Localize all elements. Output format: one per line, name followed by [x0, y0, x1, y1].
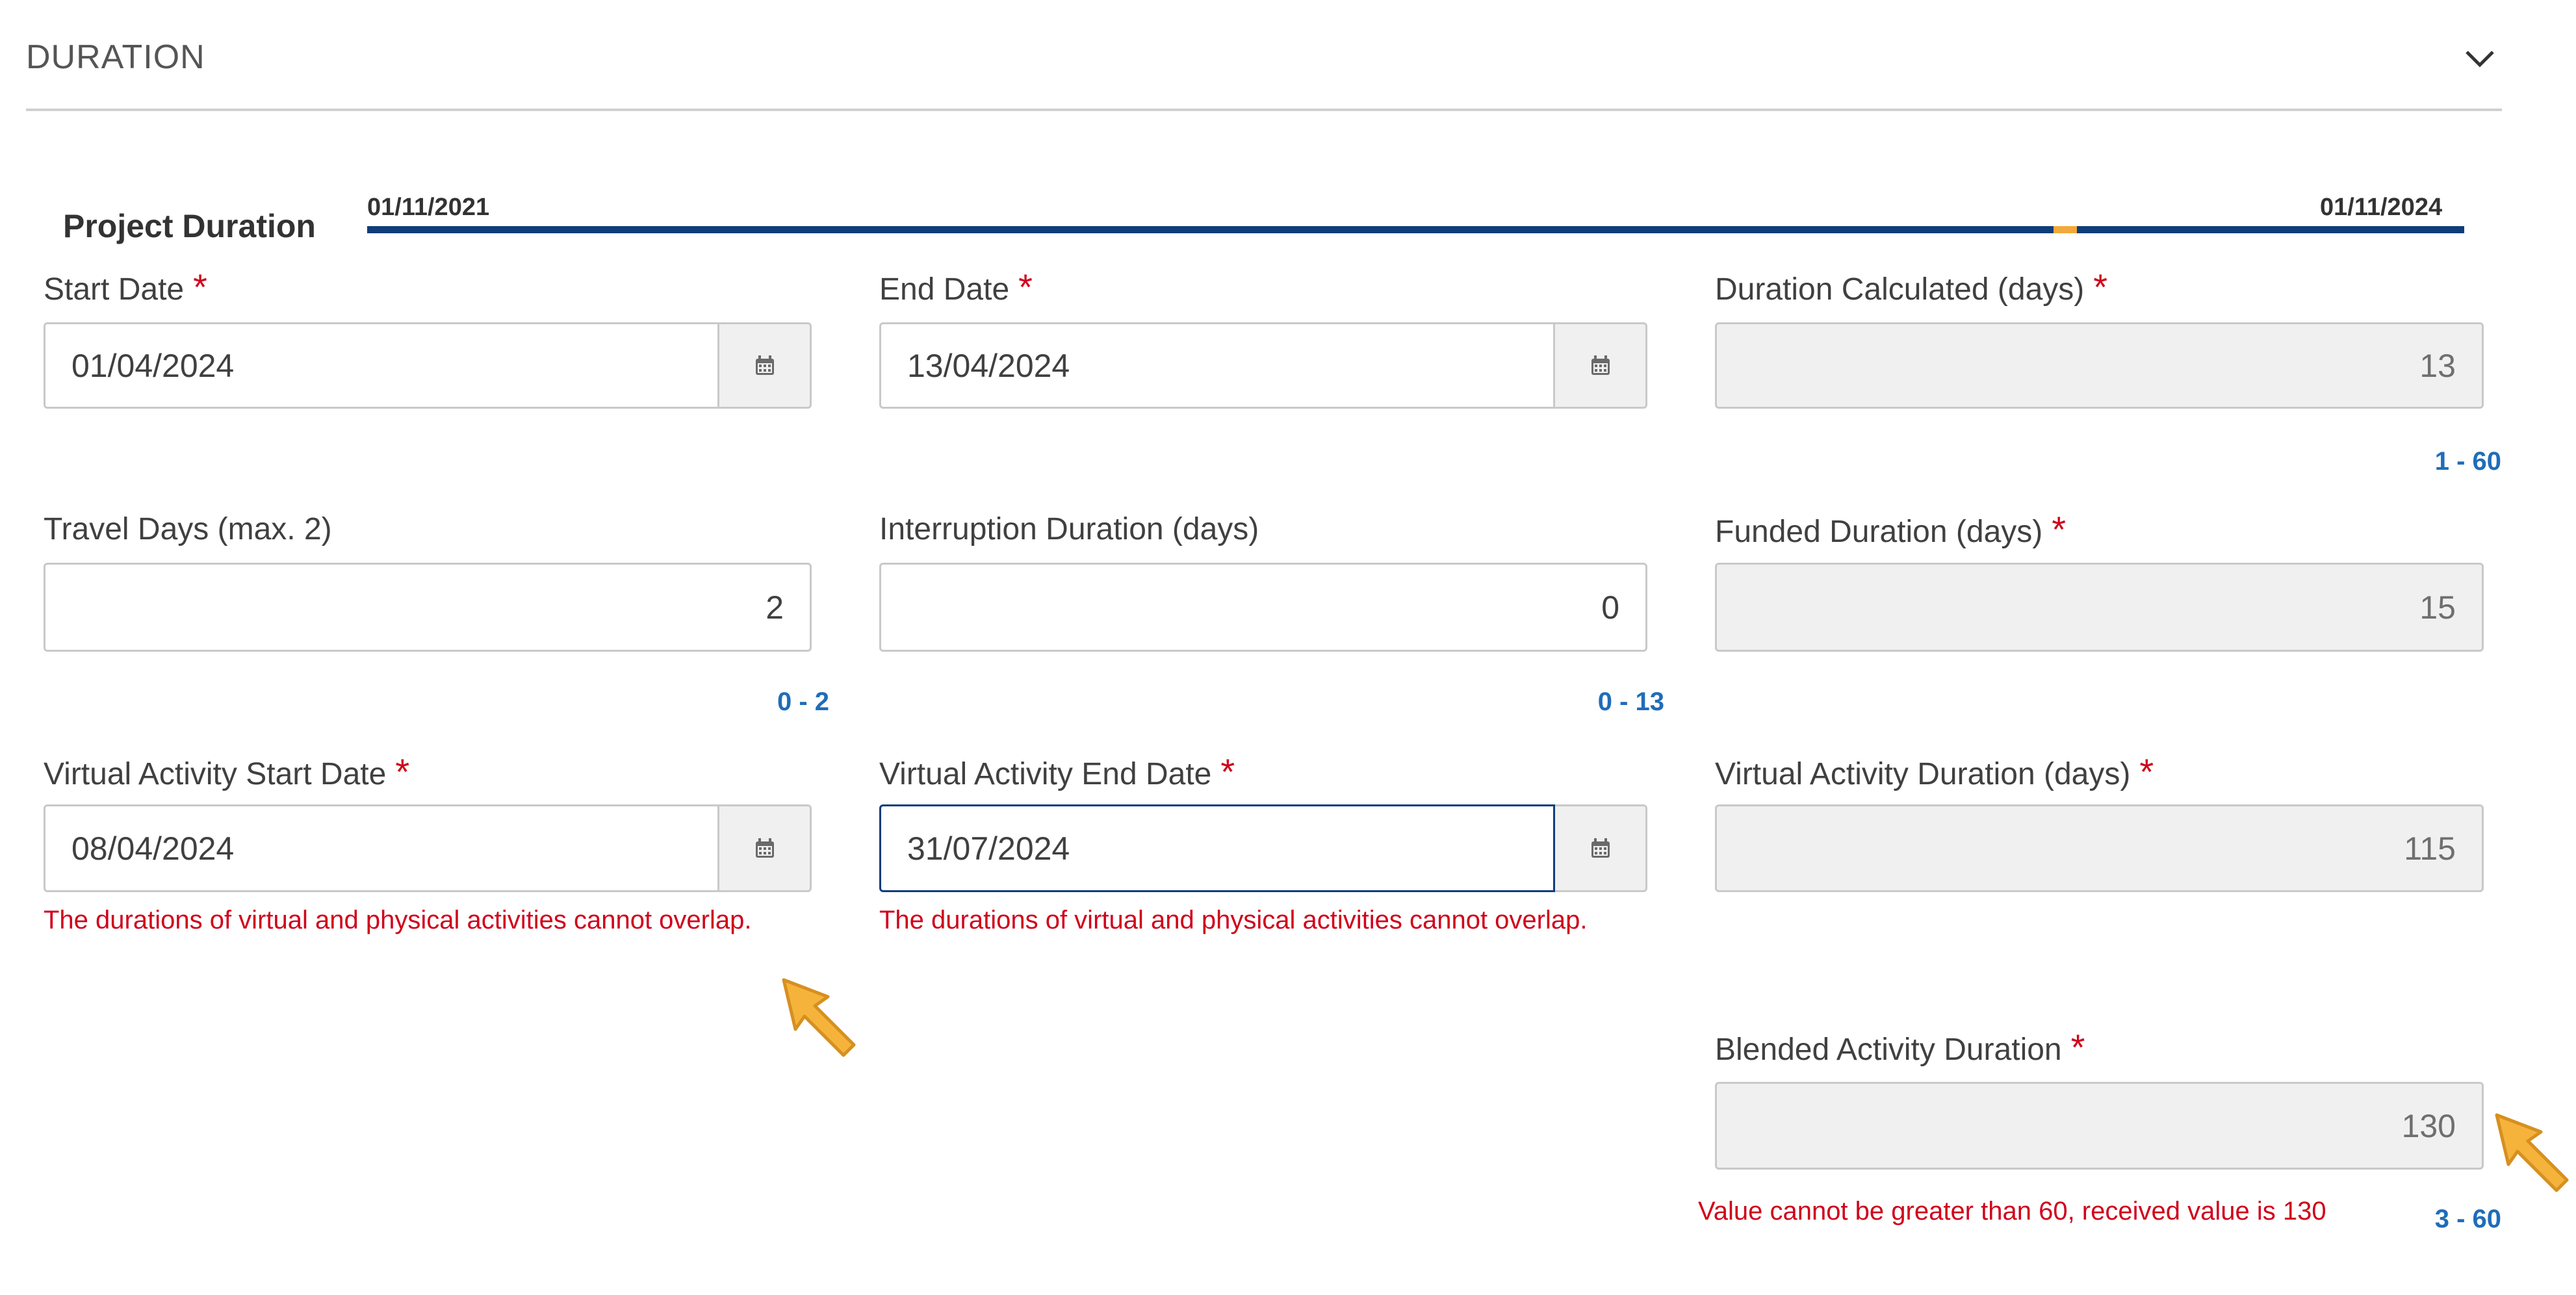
end-date-label: End Date * [879, 266, 1033, 307]
blended-duration-value: 130 [2401, 1107, 2456, 1144]
virtual-start-date-input[interactable]: 08/04/2024 [44, 804, 719, 892]
timeline-marker [2054, 226, 2077, 233]
interruption-duration-value: 0 [1601, 589, 1619, 626]
required-mark: * [2052, 509, 2067, 550]
timeline-bar [367, 226, 2464, 233]
virtual-start-date-value: 08/04/2024 [71, 830, 235, 867]
end-date-value: 13/04/2024 [907, 347, 1070, 384]
blended-duration-range: 3 - 60 [2434, 1205, 2501, 1233]
virtual-start-date-error: The durations of virtual and physical ac… [44, 906, 752, 934]
timeline-end-date: 01/11/2024 [2320, 194, 2443, 221]
funded-duration-label: Funded Duration (days) * [1715, 509, 2067, 550]
interruption-duration-input[interactable]: 0 [879, 563, 1647, 652]
travel-days-range: 0 - 2 [777, 687, 829, 716]
travel-days-input[interactable]: 2 [44, 563, 812, 652]
virtual-duration-field: 115 [1715, 804, 2484, 892]
virtual-end-date-label: Virtual Activity End Date * [879, 751, 1235, 792]
pointer-cursor-icon [2492, 1110, 2576, 1198]
start-date-value: 01/04/2024 [71, 347, 235, 384]
funded-duration-value: 15 [2419, 589, 2456, 626]
required-mark: * [1018, 266, 1033, 307]
travel-days-label: Travel Days (max. 2) [44, 512, 332, 546]
calendar-icon [755, 838, 774, 858]
start-date-input[interactable]: 01/04/2024 [44, 322, 719, 409]
blended-duration-error: Value cannot be greater than 60, receive… [1698, 1197, 2326, 1225]
duration-calculated-label: Duration Calculated (days) * [1715, 266, 2108, 307]
pointer-cursor-icon [779, 975, 863, 1062]
blended-duration-label: Blended Activity Duration * [1715, 1027, 2085, 1068]
required-mark: * [2070, 1027, 2085, 1068]
virtual-end-date-error: The durations of virtual and physical ac… [879, 906, 1588, 934]
funded-duration-field: 15 [1715, 563, 2484, 652]
required-mark: * [2139, 751, 2154, 792]
virtual-start-date-label: Virtual Activity Start Date * [44, 751, 410, 792]
required-mark: * [2093, 266, 2108, 307]
project-duration-label: Project Duration [63, 208, 316, 244]
virtual-end-date-value: 31/07/2024 [907, 830, 1070, 867]
timeline-start-date: 01/11/2021 [367, 194, 490, 221]
calendar-icon [755, 355, 774, 375]
required-mark: * [193, 266, 207, 307]
virtual-start-date-calendar-button[interactable] [719, 804, 812, 892]
required-mark: * [1220, 751, 1235, 792]
section-divider [26, 109, 2502, 111]
start-date-calendar-button[interactable] [719, 322, 812, 409]
blended-duration-field: 130 [1715, 1082, 2484, 1170]
duration-calculated-range: 1 - 60 [2434, 447, 2501, 476]
interruption-duration-label: Interruption Duration (days) [879, 512, 1259, 546]
calendar-icon [1591, 355, 1610, 375]
start-date-label: Start Date * [44, 266, 207, 307]
virtual-duration-value: 115 [2404, 830, 2456, 867]
calendar-icon [1591, 838, 1610, 858]
chevron-down-icon[interactable] [2462, 40, 2498, 77]
interruption-duration-range: 0 - 13 [1597, 687, 1664, 716]
section-title: DURATION [26, 38, 205, 76]
virtual-duration-label: Virtual Activity Duration (days) * [1715, 751, 2154, 792]
duration-calculated-field: 13 [1715, 322, 2484, 409]
virtual-end-date-calendar-button[interactable] [1555, 804, 1647, 892]
end-date-input[interactable]: 13/04/2024 [879, 322, 1555, 409]
required-mark: * [395, 751, 410, 792]
end-date-calendar-button[interactable] [1555, 322, 1647, 409]
virtual-end-date-input[interactable]: 31/07/2024 [879, 804, 1555, 892]
duration-calculated-value: 13 [2419, 347, 2456, 384]
travel-days-value: 2 [766, 589, 784, 626]
